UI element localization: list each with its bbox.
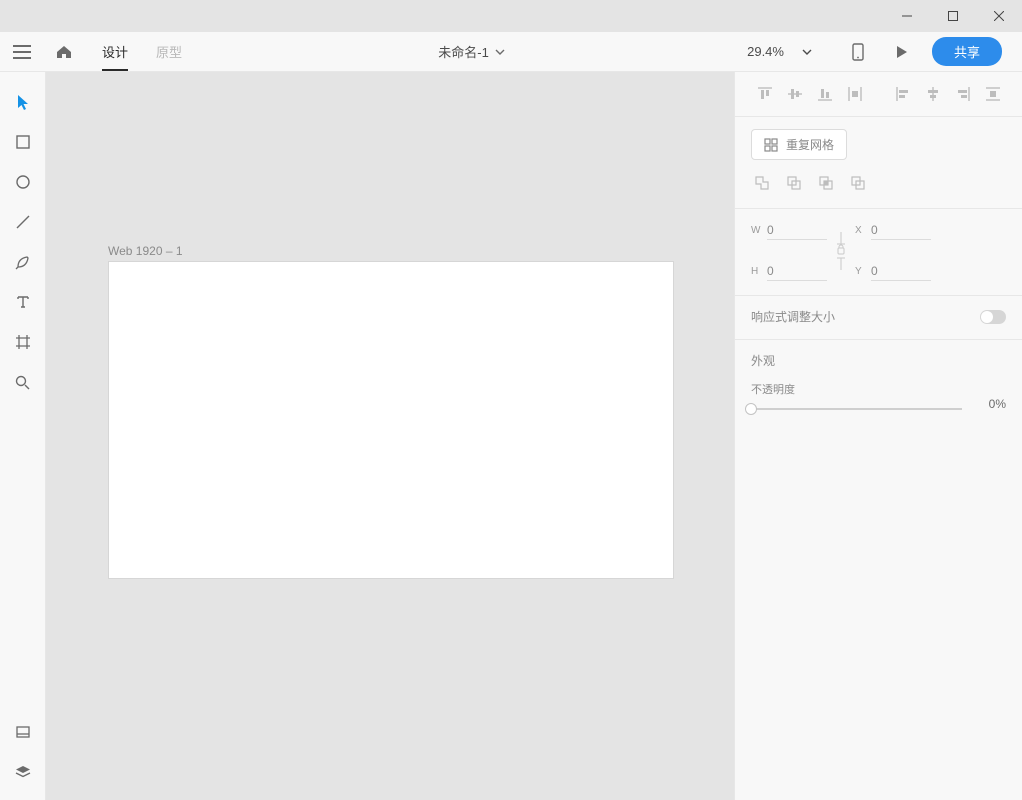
distribute-v-icon[interactable] xyxy=(843,82,867,106)
boolean-add-button[interactable] xyxy=(751,172,773,194)
line-tool[interactable] xyxy=(0,202,46,242)
tab-prototype[interactable]: 原型 xyxy=(142,32,196,71)
opacity-value: 0% xyxy=(974,397,1006,411)
opacity-slider[interactable] xyxy=(751,408,962,410)
share-button[interactable]: 共享 xyxy=(932,37,1002,66)
opacity-slider-handle[interactable] xyxy=(745,403,757,415)
repeat-grid-label: 重复网格 xyxy=(786,136,834,153)
assets-panel-button[interactable] xyxy=(0,712,46,752)
y-input[interactable] xyxy=(871,262,931,281)
boolean-subtract-button[interactable] xyxy=(783,172,805,194)
align-right-icon[interactable] xyxy=(951,82,975,106)
select-tool[interactable] xyxy=(0,82,46,122)
tab-design[interactable]: 设计 xyxy=(88,32,142,71)
appearance-title: 外观 xyxy=(751,352,1006,369)
document-title-label: 未命名-1 xyxy=(438,42,489,61)
zoom-tool[interactable] xyxy=(0,362,46,402)
align-middle-h-icon[interactable] xyxy=(783,82,807,106)
left-toolbar xyxy=(0,72,46,800)
device-preview-button[interactable] xyxy=(836,43,880,61)
align-center-v-icon[interactable] xyxy=(921,82,945,106)
pen-tool[interactable] xyxy=(0,242,46,282)
hamburger-menu-button[interactable] xyxy=(0,45,44,59)
play-preview-button[interactable] xyxy=(880,45,924,59)
tab-design-label: 设计 xyxy=(102,42,128,61)
opacity-label: 不透明度 xyxy=(751,381,1006,397)
align-top-icon[interactable] xyxy=(753,82,777,106)
window-close-button[interactable] xyxy=(976,0,1022,32)
responsive-resize-label: 响应式调整大小 xyxy=(751,308,835,325)
grid-icon xyxy=(764,138,778,152)
window-maximize-button[interactable] xyxy=(930,0,976,32)
height-label: H xyxy=(751,266,767,277)
artboard-tool[interactable] xyxy=(0,322,46,362)
width-input[interactable] xyxy=(767,221,827,240)
y-label: Y xyxy=(855,266,871,277)
x-input[interactable] xyxy=(871,221,931,240)
artboard-label[interactable]: Web 1920 – 1 xyxy=(108,244,183,258)
boolean-exclude-button[interactable] xyxy=(847,172,869,194)
share-button-label: 共享 xyxy=(954,45,980,60)
x-label: X xyxy=(855,225,871,236)
height-input[interactable] xyxy=(767,262,827,281)
width-label: W xyxy=(751,225,767,236)
home-button[interactable] xyxy=(44,45,84,59)
repeat-grid-button[interactable]: 重复网格 xyxy=(751,129,847,160)
right-panel: 重复网格 W X H Y xyxy=(734,72,1022,800)
lock-aspect-button[interactable] xyxy=(827,230,855,272)
document-title[interactable]: 未命名-1 xyxy=(196,42,747,61)
tab-prototype-label: 原型 xyxy=(156,42,182,61)
responsive-resize-toggle[interactable] xyxy=(980,310,1006,324)
boolean-intersect-button[interactable] xyxy=(815,172,837,194)
ellipse-tool[interactable] xyxy=(0,162,46,202)
artboard[interactable] xyxy=(108,261,674,579)
align-bottom-icon[interactable] xyxy=(813,82,837,106)
canvas[interactable]: Web 1920 – 1 xyxy=(46,72,734,800)
distribute-h-icon[interactable] xyxy=(981,82,1005,106)
align-left-icon[interactable] xyxy=(891,82,915,106)
chevron-down-icon xyxy=(495,49,505,55)
window-minimize-button[interactable] xyxy=(884,0,930,32)
window-titlebar xyxy=(0,0,1022,32)
layers-panel-button[interactable] xyxy=(0,752,46,792)
zoom-value: 29.4% xyxy=(747,44,784,59)
text-tool[interactable] xyxy=(0,282,46,322)
app-header: 设计 原型 未命名-1 29.4% 共享 xyxy=(0,32,1022,72)
rectangle-tool[interactable] xyxy=(0,122,46,162)
zoom-dropdown[interactable]: 29.4% xyxy=(747,44,836,59)
chevron-down-icon xyxy=(802,49,812,55)
